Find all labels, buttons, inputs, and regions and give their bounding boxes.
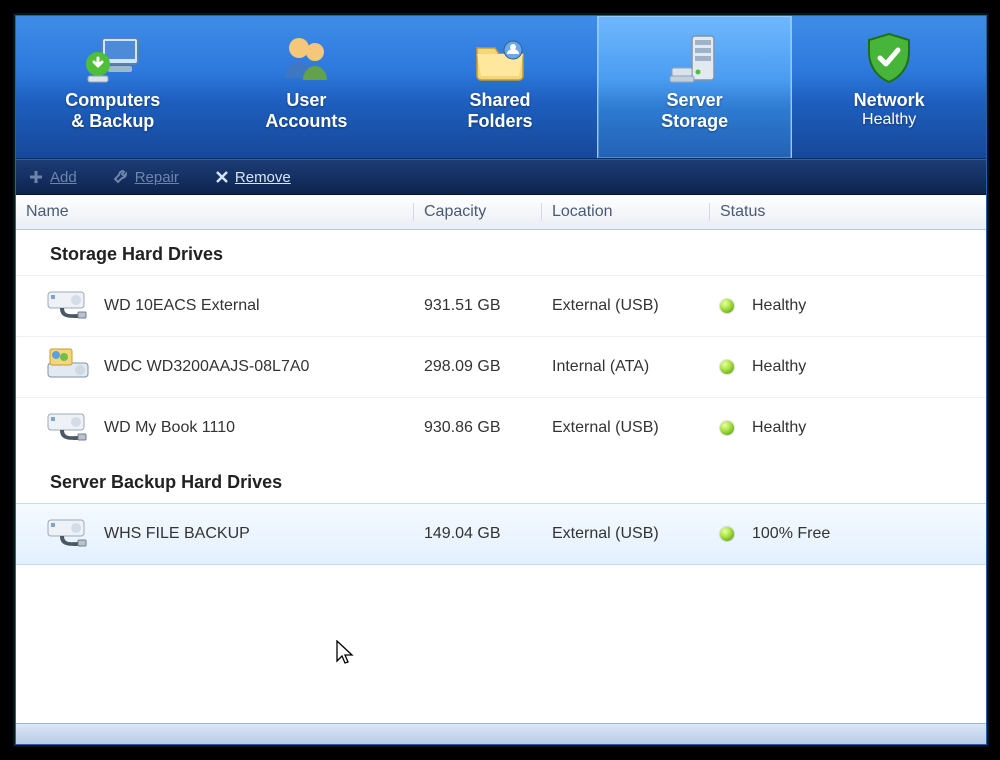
drive-capacity: 298.09 GB (414, 358, 542, 376)
drive-row[interactable]: WD My Book 1110 930.86 GB External (USB)… (16, 397, 986, 458)
drive-capacity: 931.51 GB (414, 297, 542, 315)
status-indicator-icon (720, 421, 734, 435)
nav-label-line1: User (210, 90, 404, 111)
drive-status: Healthy (752, 419, 806, 437)
group-header: Storage Hard Drives (16, 230, 986, 275)
nav-label-line2: Storage (598, 111, 792, 132)
drive-name: WDC WD3200AAJS-08L7A0 (104, 358, 309, 376)
nav-shield[interactable]: Network Healthy (792, 16, 986, 158)
nav-label-line2: Healthy (792, 111, 986, 129)
add-button[interactable]: Add (22, 167, 83, 188)
remove-button[interactable]: Remove (209, 167, 297, 188)
drive-name: WHS FILE BACKUP (104, 525, 250, 543)
users-icon (210, 26, 404, 90)
drive-row[interactable]: WD 10EACS External 931.51 GB External (U… (16, 275, 986, 336)
close-icon (215, 170, 229, 184)
drive-icon (46, 347, 90, 388)
nav-label-line1: Computers (16, 90, 210, 111)
drive-row[interactable]: WDC WD3200AAJS-08L7A0 298.09 GB Internal… (16, 336, 986, 397)
col-name[interactable]: Name (16, 203, 414, 221)
drive-name: WD My Book 1110 (104, 419, 235, 437)
drive-icon (46, 514, 90, 555)
whs-console-window: Computers & Backup User Accounts Shared … (15, 15, 987, 745)
nav-computers[interactable]: Computers & Backup (16, 16, 210, 158)
shield-icon (792, 26, 986, 90)
wrench-icon (113, 169, 129, 185)
drive-list: Storage Hard Drives WD 10EACS External 9… (16, 230, 986, 723)
drive-icon (46, 286, 90, 327)
drive-location: External (USB) (542, 419, 710, 437)
repair-label: Repair (135, 169, 179, 186)
nav-server[interactable]: Server Storage (597, 16, 793, 158)
drive-capacity: 930.86 GB (414, 419, 542, 437)
nav-folders[interactable]: Shared Folders (403, 16, 597, 158)
column-header: Name Capacity Location Status (16, 195, 986, 230)
drive-location: External (USB) (542, 525, 710, 543)
drive-name: WD 10EACS External (104, 297, 260, 315)
server-icon (598, 26, 792, 90)
status-indicator-icon (720, 527, 734, 541)
nav-label-line1: Network (792, 90, 986, 111)
drive-status: Healthy (752, 358, 806, 376)
col-location[interactable]: Location (542, 203, 710, 221)
group-header: Server Backup Hard Drives (16, 458, 986, 503)
nav-label-line2: & Backup (16, 111, 210, 132)
repair-button[interactable]: Repair (107, 167, 185, 188)
drive-location: Internal (ATA) (542, 358, 710, 376)
nav-label-line1: Server (598, 90, 792, 111)
status-indicator-icon (720, 299, 734, 313)
nav-users[interactable]: User Accounts (210, 16, 404, 158)
nav-label-line1: Shared (403, 90, 597, 111)
drive-capacity: 149.04 GB (414, 525, 542, 543)
col-status[interactable]: Status (710, 203, 986, 221)
add-icon (28, 169, 44, 185)
nav-label-line2: Accounts (210, 111, 404, 132)
folders-icon (403, 26, 597, 90)
window-footer (16, 723, 986, 744)
drive-location: External (USB) (542, 297, 710, 315)
drive-row[interactable]: WHS FILE BACKUP 149.04 GB External (USB)… (16, 503, 986, 565)
main-nav: Computers & Backup User Accounts Shared … (16, 16, 986, 159)
add-label: Add (50, 169, 77, 186)
col-capacity[interactable]: Capacity (414, 203, 542, 221)
nav-label-line2: Folders (403, 111, 597, 132)
computers-icon (16, 26, 210, 90)
remove-label: Remove (235, 169, 291, 186)
drive-status: 100% Free (752, 525, 830, 543)
action-toolbar: Add Repair Remove (16, 159, 986, 195)
status-indicator-icon (720, 360, 734, 374)
drive-icon (46, 408, 90, 449)
drive-status: Healthy (752, 297, 806, 315)
